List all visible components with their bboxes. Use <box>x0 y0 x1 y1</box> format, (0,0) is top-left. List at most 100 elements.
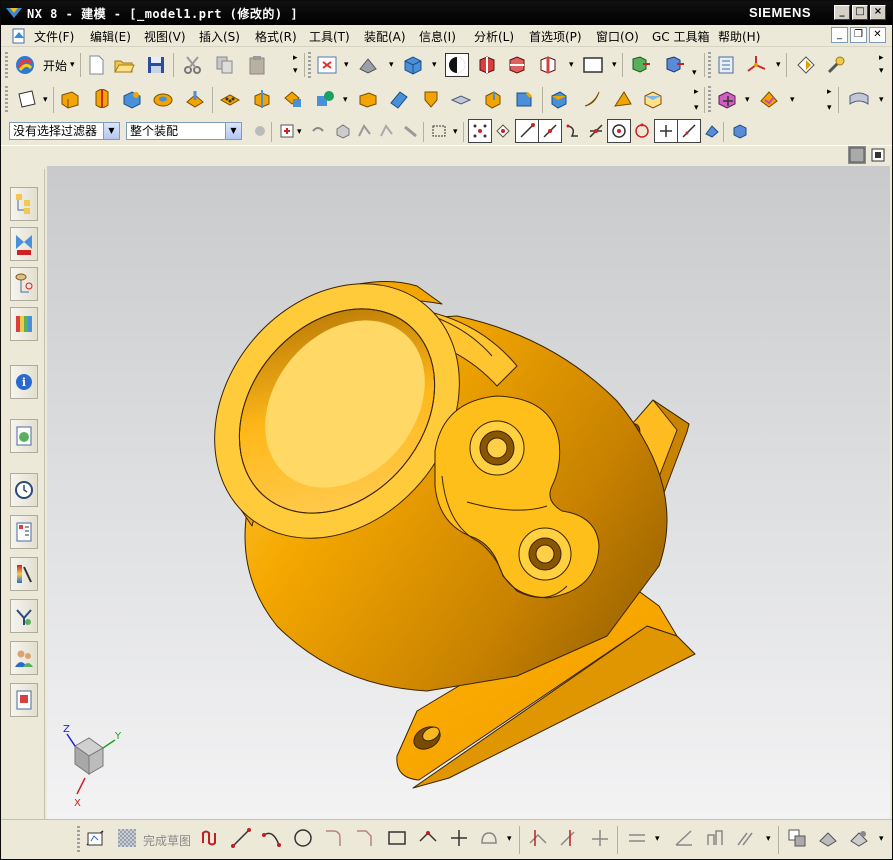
edit-section-icon[interactable] <box>536 53 560 77</box>
sweep-icon[interactable] <box>641 87 665 111</box>
face-rule-icon[interactable] <box>375 119 399 143</box>
quadrant-point-icon[interactable] <box>630 119 654 143</box>
finish-sketch-button[interactable]: 完成草图 <box>143 832 191 849</box>
sketch-orient-icon[interactable] <box>785 826 809 850</box>
enable-snap-icon[interactable] <box>468 119 492 143</box>
finish-sketch-icon[interactable] <box>115 826 139 850</box>
snap-point-icon[interactable] <box>275 119 299 143</box>
chevron-down-icon[interactable]: ▼ <box>225 123 241 139</box>
control-point-icon[interactable] <box>561 119 585 143</box>
update-model-icon[interactable] <box>847 826 871 850</box>
preferences-icon[interactable] <box>794 53 818 77</box>
view-maximize-icon[interactable] <box>869 146 887 164</box>
constraint-navigator-icon[interactable] <box>10 227 38 261</box>
roles-icon[interactable] <box>10 599 38 633</box>
datum-csys-icon[interactable] <box>744 53 768 77</box>
layer-settings-icon[interactable] <box>445 53 469 77</box>
point-icon[interactable] <box>447 826 471 850</box>
block-icon[interactable] <box>120 87 144 111</box>
close-button[interactable]: × <box>870 5 886 20</box>
menu-analysis[interactable]: 分析(L) <box>474 28 514 45</box>
mid-point-icon[interactable] <box>538 119 562 143</box>
auto-constrain-icon[interactable] <box>734 826 758 850</box>
boss-icon[interactable] <box>183 87 207 111</box>
menu-view[interactable]: 视图(V) <box>144 28 186 45</box>
revolve-icon[interactable] <box>90 87 114 111</box>
assembly-navigator-icon[interactable] <box>10 187 38 221</box>
undo-selection-icon[interactable] <box>306 119 330 143</box>
menu-window[interactable]: 窗口(O) <box>596 28 639 45</box>
chamfer-icon[interactable] <box>512 87 536 111</box>
menu-information[interactable]: 信息(I) <box>419 28 456 45</box>
sketch-icon[interactable] <box>15 87 39 111</box>
part-navigator-icon[interactable] <box>714 53 738 77</box>
save-icon[interactable] <box>144 53 168 77</box>
part-model[interactable] <box>164 235 696 789</box>
menu-format[interactable]: 格式(R) <box>255 28 297 45</box>
type-filter-select[interactable]: 没有选择过滤器 ▼ <box>9 122 120 140</box>
copy-icon[interactable] <box>213 53 237 77</box>
selection-scope-select[interactable]: 整个装配 ▼ <box>126 122 242 140</box>
synchronous-move-icon[interactable] <box>715 87 739 111</box>
line-icon[interactable] <box>229 826 253 850</box>
extrude-icon[interactable] <box>58 87 82 111</box>
section-view-icon[interactable] <box>475 53 499 77</box>
constraint-icon[interactable] <box>625 826 649 850</box>
view-tile-icon[interactable] <box>848 146 866 164</box>
palettes-icon[interactable] <box>10 683 38 717</box>
bounding-box-icon[interactable] <box>728 119 752 143</box>
pattern-feature-icon[interactable] <box>218 87 242 111</box>
clip-section-icon[interactable] <box>505 53 529 77</box>
surface-icon[interactable] <box>847 87 871 111</box>
system-materials-icon[interactable] <box>10 515 38 549</box>
circle-icon[interactable] <box>291 826 315 850</box>
magic-tool-icon[interactable] <box>824 53 848 77</box>
menu-file[interactable]: 文件(F) <box>34 28 74 45</box>
existing-point-icon[interactable] <box>654 119 678 143</box>
render-style-icon[interactable] <box>401 53 425 77</box>
subtract-icon[interactable] <box>313 87 337 111</box>
fit-view-icon[interactable] <box>315 53 339 77</box>
face-blend-icon[interactable] <box>611 87 635 111</box>
shell-icon[interactable] <box>356 87 380 111</box>
mdi-restore-button[interactable]: ❐ <box>850 27 867 43</box>
menu-insert[interactable]: 插入(S) <box>199 28 240 45</box>
point-on-face-icon[interactable] <box>700 119 724 143</box>
profile-icon[interactable] <box>199 826 223 850</box>
quick-extend-icon[interactable] <box>557 826 581 850</box>
mdi-close-button[interactable]: ✕ <box>869 27 886 43</box>
mirror-feature-icon[interactable] <box>250 87 274 111</box>
start-icon[interactable] <box>13 53 37 77</box>
hole-icon[interactable] <box>151 87 175 111</box>
menu-tools[interactable]: 工具(T) <box>309 28 350 45</box>
document-icon[interactable] <box>11 28 27 44</box>
wcs-dynamics-icon[interactable] <box>628 53 652 77</box>
view-triad[interactable]: X Y Z <box>63 724 122 809</box>
menu-edit[interactable]: 编辑(E) <box>90 28 131 45</box>
open-folder-icon[interactable] <box>112 53 136 77</box>
menu-gc-toolkit[interactable]: GC 工具箱 <box>652 28 710 45</box>
quick-trim-icon[interactable] <box>526 826 550 850</box>
polygon-icon[interactable] <box>416 826 440 850</box>
replace-face-icon[interactable] <box>757 87 781 111</box>
sew-icon[interactable] <box>449 87 473 111</box>
maximize-button[interactable]: □ <box>852 5 868 20</box>
general-selection-icon[interactable] <box>248 119 272 143</box>
edge-blend-icon[interactable] <box>481 87 505 111</box>
menu-assemblies[interactable]: 装配(A) <box>364 28 406 45</box>
unite-icon[interactable] <box>281 87 305 111</box>
show-constraints-icon[interactable] <box>703 826 727 850</box>
body-rule-icon[interactable] <box>399 119 423 143</box>
menu-preferences[interactable]: 首选项(P) <box>529 28 582 45</box>
geometric-constraint-icon[interactable] <box>672 826 696 850</box>
rectangle-icon[interactable] <box>385 826 409 850</box>
process-studio-icon[interactable] <box>10 557 38 591</box>
reuse-library-icon[interactable] <box>10 307 38 341</box>
point-on-curve-icon[interactable] <box>677 119 701 143</box>
arc-center-icon[interactable] <box>607 119 631 143</box>
end-point-icon[interactable] <box>515 119 539 143</box>
reattach-icon[interactable] <box>816 826 840 850</box>
arc-icon[interactable] <box>260 826 284 850</box>
minimize-button[interactable]: _ <box>834 5 850 20</box>
web-browser-icon[interactable]: i <box>10 365 38 399</box>
